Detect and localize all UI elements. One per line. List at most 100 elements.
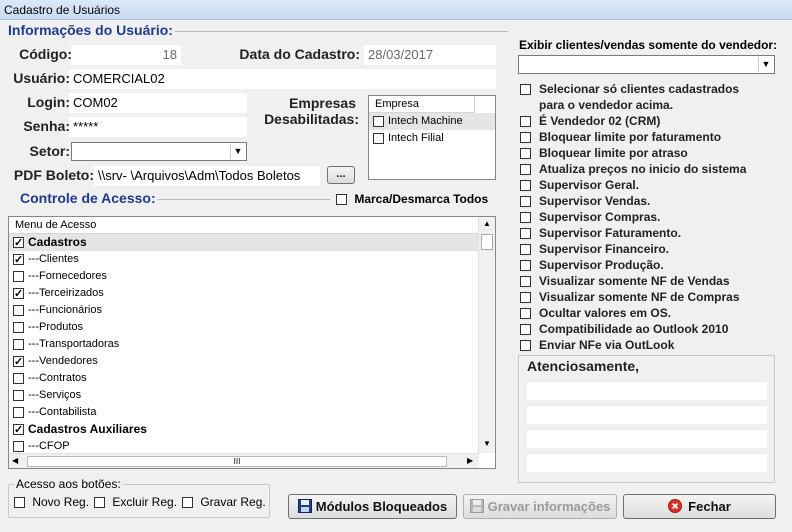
option-row[interactable]: Supervisor Faturamento. — [520, 225, 782, 241]
option-row[interactable]: Atualiza preços no inicio do sistema — [520, 161, 782, 177]
option-row[interactable]: Ocultar valores em OS. — [520, 305, 782, 321]
option-checkbox[interactable] — [520, 180, 531, 192]
menu-item-row[interactable]: Cadastros — [9, 234, 479, 252]
empresa-row[interactable]: Intech Filial — [369, 130, 495, 147]
empresa-row[interactable]: Intech Machine — [369, 113, 495, 130]
pdf-boleto-field[interactable]: \\srv- \Arquivos\Adm\Todos Boletos — [94, 166, 320, 186]
signature-line-2[interactable] — [527, 406, 767, 424]
option-checkbox[interactable] — [520, 84, 531, 96]
signature-line-4[interactable] — [527, 454, 767, 472]
menu-item-row[interactable]: Cadastros Auxiliares — [9, 421, 479, 439]
option-checkbox[interactable] — [520, 148, 531, 160]
gravar-label: Gravar informações — [487, 499, 611, 514]
empresas-list[interactable]: Empresa Intech Machine Intech Filial — [368, 95, 496, 180]
option-checkbox[interactable] — [520, 212, 531, 224]
option-checkbox[interactable] — [520, 132, 531, 144]
option-row[interactable]: Enviar NFe via OutLook — [520, 337, 782, 353]
option-checkbox[interactable] — [520, 340, 531, 352]
codigo-field[interactable]: 18 — [71, 45, 181, 65]
menu-item-checkbox[interactable] — [13, 372, 24, 384]
option-row[interactable]: É Vendedor 02 (CRM) — [520, 113, 782, 129]
data-cadastro-label: Data do Cadastro: — [239, 46, 360, 62]
menu-item-checkbox[interactable] — [13, 422, 24, 439]
senha-field[interactable]: ***** — [69, 117, 247, 137]
novo-reg-checkbox[interactable]: Novo Reg. — [14, 495, 89, 509]
option-checkbox[interactable] — [520, 292, 531, 304]
modulos-bloqueados-button[interactable]: Módulos Bloqueados — [288, 494, 457, 519]
menu-item-checkbox[interactable] — [13, 389, 24, 401]
menu-item-row[interactable]: ---Vendedores — [9, 353, 479, 371]
chevron-down-icon[interactable]: ▼ — [758, 57, 773, 72]
menu-item-checkbox[interactable] — [13, 286, 24, 303]
novo-reg-box[interactable] — [14, 497, 25, 509]
scroll-thumb[interactable] — [481, 234, 493, 250]
login-field[interactable]: COM02 — [69, 93, 247, 113]
fechar-button[interactable]: Fechar — [623, 494, 776, 519]
menu-vertical-scrollbar[interactable]: ▲ ▼ — [478, 217, 495, 453]
option-row[interactable]: Selecionar só clientes cadastrados — [520, 81, 782, 97]
menu-item-row[interactable]: ---Clientes — [9, 251, 479, 269]
scroll-down-icon[interactable]: ▼ — [483, 439, 491, 448]
gravar-reg-checkbox[interactable]: Gravar Reg. — [182, 495, 266, 509]
excluir-reg-checkbox[interactable]: Excluir Reg. — [94, 495, 177, 509]
gravar-reg-box[interactable] — [182, 497, 193, 509]
empresa-checkbox[interactable] — [373, 132, 384, 144]
toggle-all-box[interactable] — [336, 194, 347, 206]
option-checkbox[interactable] — [520, 116, 531, 128]
option-checkbox[interactable] — [520, 260, 531, 272]
toggle-all-checkbox[interactable]: Marca/Desmarca Todos — [336, 192, 488, 206]
menu-item-checkbox[interactable] — [13, 354, 24, 371]
menu-item-checkbox[interactable] — [13, 235, 24, 252]
usuario-field[interactable]: COMERCIAL02 — [69, 69, 496, 89]
data-cadastro-field[interactable]: 28/03/2017 — [364, 45, 496, 65]
option-row[interactable]: Bloquear limite por faturamento — [520, 129, 782, 145]
signature-line-3[interactable] — [527, 430, 767, 448]
setor-select[interactable]: ▼ — [71, 142, 247, 161]
menu-item-checkbox[interactable] — [13, 270, 24, 282]
menu-item-checkbox[interactable] — [13, 440, 24, 452]
menu-item-checkbox[interactable] — [13, 321, 24, 333]
menu-item-row[interactable]: ---Fornecedores — [9, 268, 479, 285]
scroll-up-icon[interactable]: ▲ — [483, 219, 491, 228]
menu-item-row[interactable]: ---Funcionários — [9, 302, 479, 319]
menu-access-list[interactable]: Menu de Acesso Cadastros ---Clientes ---Fo… — [8, 216, 496, 469]
browse-button[interactable]: ... — [327, 166, 355, 184]
menu-horizontal-scrollbar[interactable]: ◀ III ▶ — [9, 453, 479, 468]
menu-item-checkbox[interactable] — [13, 304, 24, 316]
option-checkbox[interactable] — [520, 324, 531, 336]
option-row[interactable]: Visualizar somente NF de Vendas — [520, 273, 782, 289]
menu-item-row[interactable]: ---Contabilista — [9, 404, 479, 421]
scroll-left-icon[interactable]: ◀ — [12, 456, 18, 465]
option-checkbox[interactable] — [520, 244, 531, 256]
scroll-right-icon[interactable]: ▶ — [467, 456, 473, 465]
empresa-checkbox[interactable] — [373, 115, 384, 127]
option-row[interactable]: Compatibilidade ao Outlook 2010 — [520, 321, 782, 337]
menu-item-row[interactable]: ---Contratos — [9, 370, 479, 387]
option-row[interactable]: Bloquear limite por atraso — [520, 145, 782, 161]
menu-item-row[interactable]: ---Serviços — [9, 387, 479, 404]
menu-item-checkbox[interactable] — [13, 252, 24, 269]
option-checkbox[interactable] — [520, 308, 531, 320]
vendedor-select[interactable]: ▼ — [518, 55, 775, 74]
option-row[interactable]: Supervisor Compras. — [520, 209, 782, 225]
signature-line-1[interactable] — [527, 382, 767, 400]
option-checkbox[interactable] — [520, 228, 531, 240]
hscroll-thumb[interactable]: III — [27, 456, 447, 467]
option-checkbox[interactable] — [520, 276, 531, 288]
option-checkbox[interactable] — [520, 196, 531, 208]
excluir-reg-box[interactable] — [94, 497, 105, 509]
menu-item-row[interactable]: ---Terceirizados — [9, 285, 479, 303]
menu-item-checkbox[interactable] — [13, 338, 24, 350]
option-row[interactable]: Supervisor Geral. — [520, 177, 782, 193]
menu-item-row[interactable]: ---Produtos — [9, 319, 479, 336]
gravar-informacoes-button[interactable]: Gravar informações — [463, 494, 617, 519]
option-row[interactable]: Supervisor Produção. — [520, 257, 782, 273]
option-row[interactable]: Supervisor Vendas. — [520, 193, 782, 209]
option-checkbox[interactable] — [520, 164, 531, 176]
option-row[interactable]: Supervisor Financeiro. — [520, 241, 782, 257]
menu-item-row[interactable]: ---Transportadoras — [9, 336, 479, 353]
menu-item-checkbox[interactable] — [13, 406, 24, 418]
option-row[interactable]: Visualizar somente NF de Compras — [520, 289, 782, 305]
modulos-label: Módulos Bloqueados — [315, 499, 448, 514]
chevron-down-icon[interactable]: ▼ — [230, 144, 245, 159]
